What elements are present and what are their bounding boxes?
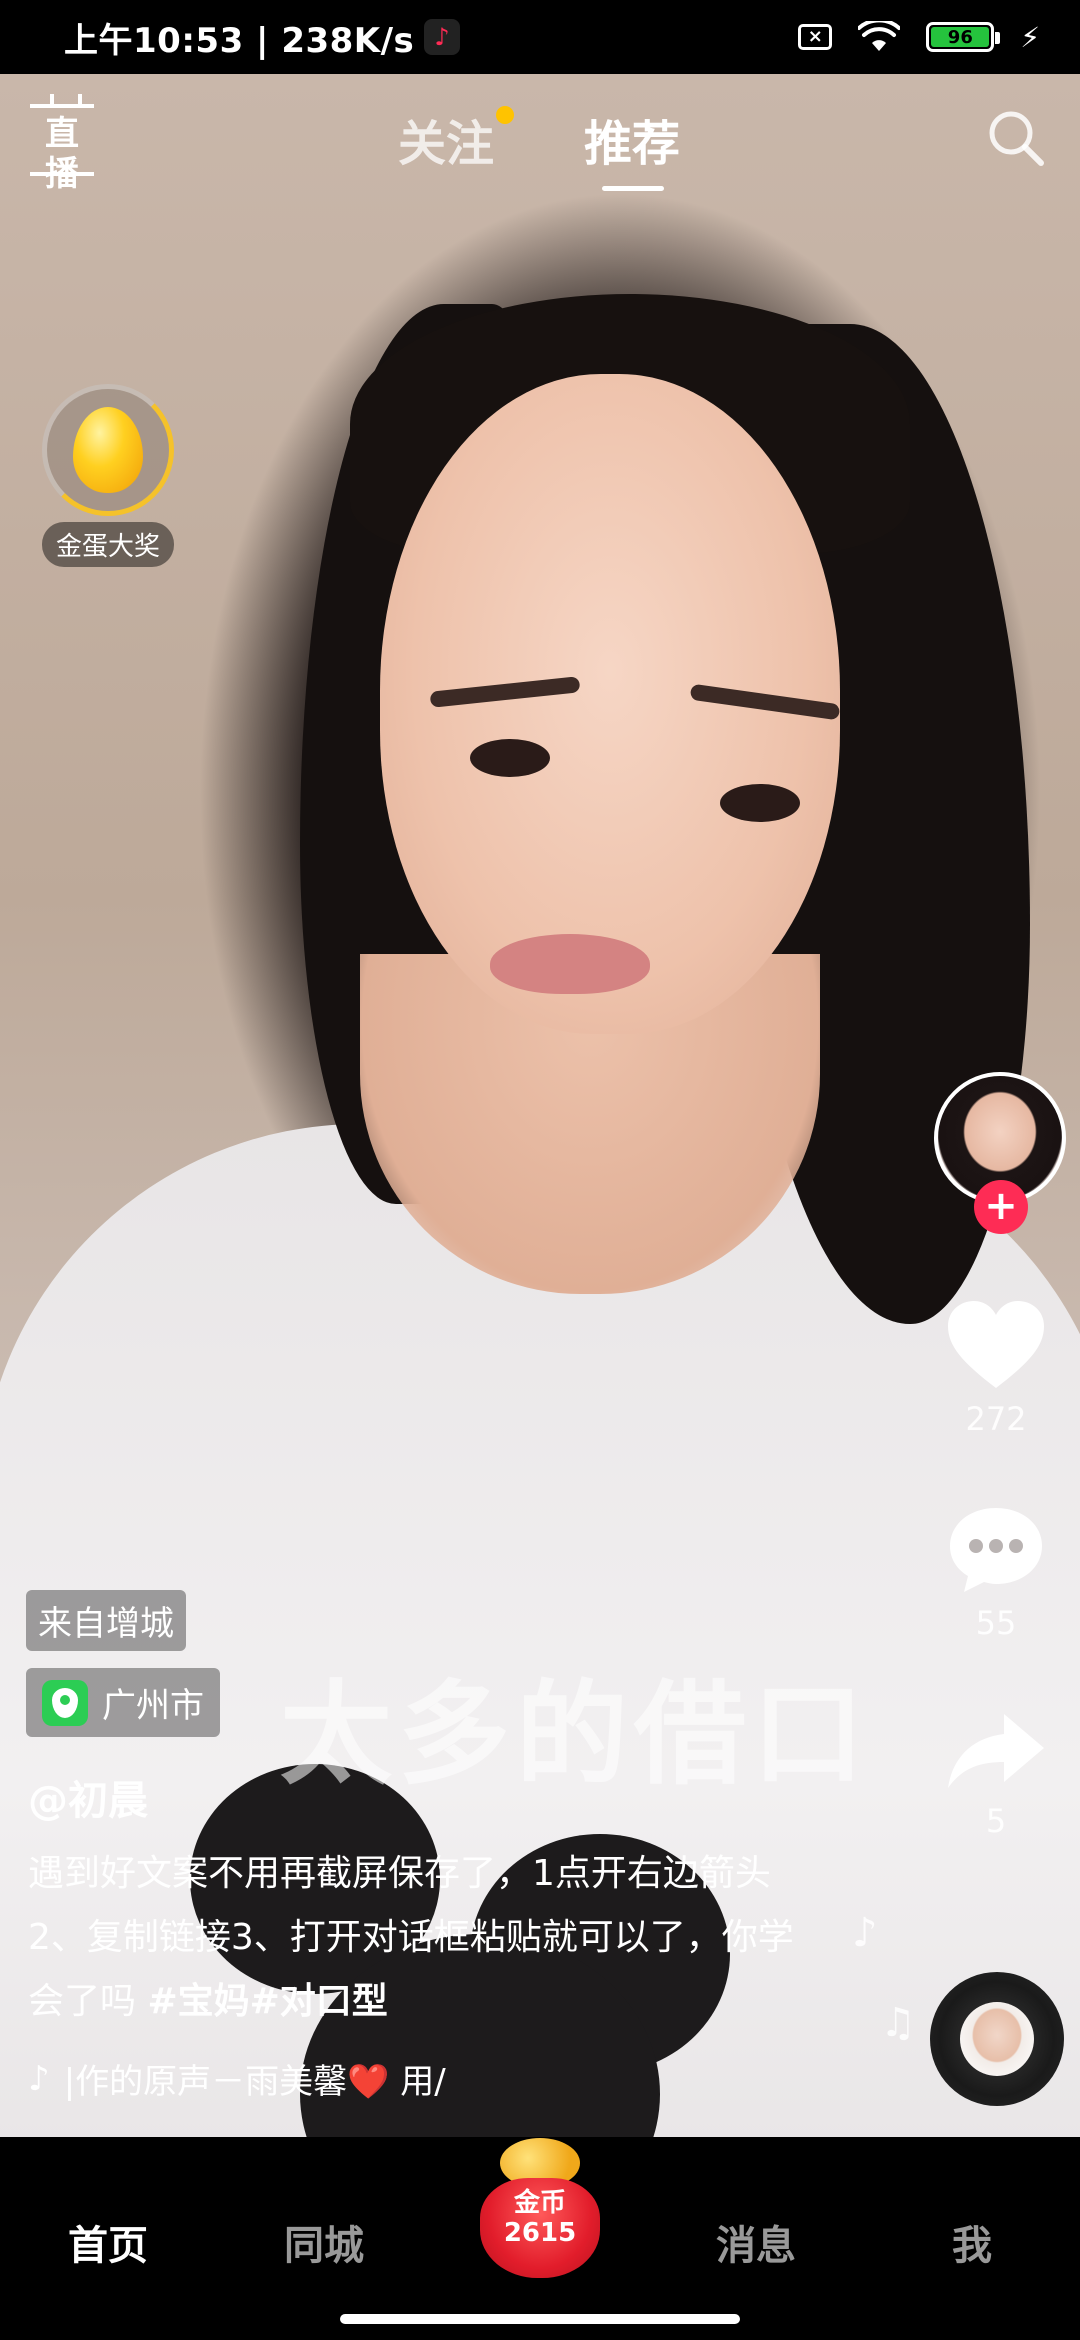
nav-nearby[interactable]: 同城: [284, 2213, 364, 2271]
comment-count: 55: [975, 1604, 1017, 1642]
status-left: 上午10:53 | 238K/s ♪: [64, 13, 461, 62]
caption-hashtags[interactable]: #宝妈#对口型: [147, 1981, 387, 2022]
tab-follow[interactable]: 关注: [398, 104, 515, 174]
battery-level: 96: [931, 27, 990, 48]
share-button[interactable]: 5: [926, 1710, 1066, 1840]
music-title-text: |作的原声－雨美馨❤️ 用/: [63, 2062, 446, 2102]
status-right: × 96 ⚡: [798, 21, 1040, 54]
comment-icon: [950, 1508, 1042, 1592]
coin-bag-button[interactable]: 金币 2615: [478, 2138, 602, 2278]
charging-icon: ⚡: [1020, 20, 1040, 54]
status-bar: 上午10:53 | 238K/s ♪ × 96 ⚡: [0, 0, 1080, 74]
new-content-dot: [496, 106, 515, 124]
red-bag-icon: 金币 2615: [480, 2178, 600, 2278]
music-disc[interactable]: [930, 1972, 1064, 2106]
search-icon[interactable]: [984, 106, 1048, 170]
music-disc-cover: [960, 2002, 1034, 2076]
coin-label: 金币: [513, 2188, 566, 2218]
coin-count: 2615: [503, 2218, 577, 2248]
video-lips: [490, 934, 650, 994]
video-caption[interactable]: 遇到好文案不用再截屏保存了，1点开右边箭头2、复制链接3、打开对话框粘贴就可以了…: [28, 1842, 818, 2034]
caption-text: 遇到好文案不用再截屏保存了，1点开右边箭头2、复制链接3、打开对话框粘贴就可以了…: [28, 1853, 794, 2022]
nav-me[interactable]: 我: [952, 2213, 992, 2271]
wifi-icon: [858, 21, 901, 51]
home-indicator[interactable]: [340, 2314, 740, 2324]
music-title[interactable]: ♪ |作的原声－雨美馨❤️ 用/: [28, 2054, 568, 2103]
like-count: 272: [965, 1400, 1027, 1438]
comment-button[interactable]: 55: [926, 1504, 1066, 1642]
author-name[interactable]: @初晨: [28, 1768, 148, 1826]
golden-egg-widget[interactable]: 金蛋大奖: [40, 384, 176, 567]
heart-icon: [948, 1301, 1044, 1388]
source-tag[interactable]: 来自增城: [26, 1590, 186, 1651]
live-button[interactable]: 直播: [30, 94, 94, 194]
tab-follow-label: 关注: [398, 116, 495, 172]
golden-egg-label: 金蛋大奖: [41, 522, 174, 567]
status-time-speed: 上午10:53 | 238K/s: [64, 20, 415, 61]
nav-home[interactable]: 首页: [68, 2213, 148, 2271]
tiktok-music-icon: ♪: [28, 2058, 50, 2099]
follow-plus-button[interactable]: +: [974, 1180, 1028, 1234]
tiktok-notification-icon: ♪: [424, 19, 461, 55]
location-tag[interactable]: 广州市: [26, 1668, 220, 1737]
nav-messages[interactable]: 消息: [716, 2213, 796, 2271]
video-lyric-text: 太多的借口: [280, 1670, 870, 1800]
music-note-icon: ♪: [852, 1910, 878, 1956]
music-note-icon: ♫: [880, 2000, 916, 2046]
golden-egg-icon: [73, 407, 143, 493]
active-tab-indicator: [602, 186, 664, 191]
share-count: 5: [985, 1802, 1007, 1840]
like-button[interactable]: 272: [926, 1298, 1066, 1438]
egg-progress-ring: [42, 384, 174, 516]
video-eye: [470, 739, 550, 777]
share-arrow-icon: [948, 1714, 1044, 1788]
video-eye: [720, 784, 800, 822]
battery-icon: 96: [926, 22, 1001, 52]
top-nav: 直播 关注 推荐: [0, 74, 1080, 204]
tab-recommend[interactable]: 推荐: [584, 104, 680, 174]
no-sim-icon: ×: [798, 24, 833, 50]
location-label: 广州市: [102, 1686, 204, 1726]
location-pin-icon: [42, 1679, 88, 1726]
